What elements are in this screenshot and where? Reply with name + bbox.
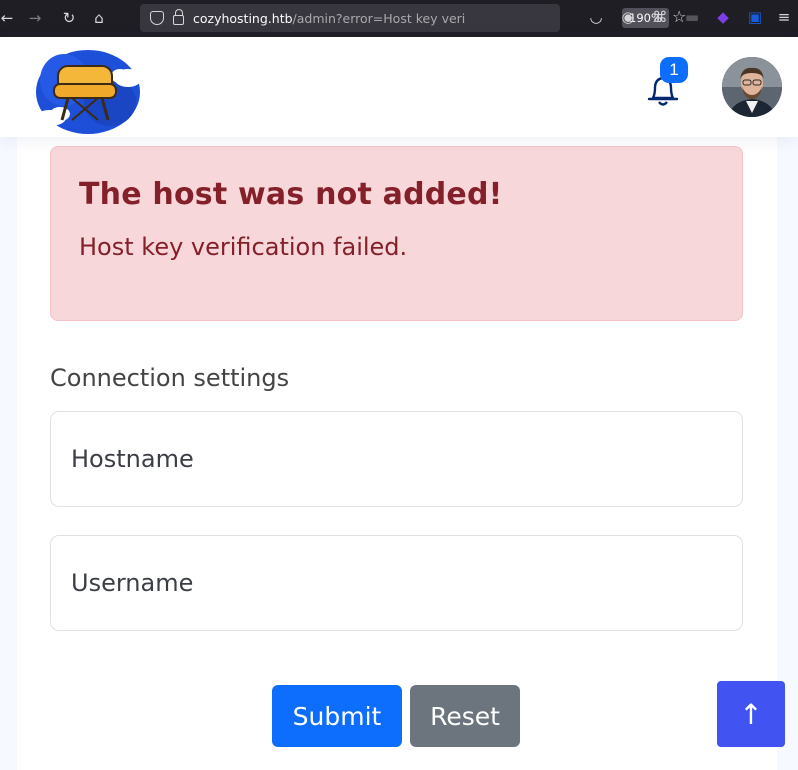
pocket-icon[interactable]: ◡ xyxy=(586,8,606,26)
url-path: /admin?error=Host key verific xyxy=(292,10,465,26)
submit-button[interactable]: Submit xyxy=(272,685,402,747)
account-icon[interactable]: ◉ xyxy=(618,8,638,26)
error-alert: The host was not added! Host key verific… xyxy=(50,146,743,321)
url-host: cozyhosting.htb xyxy=(193,10,293,26)
extensions-icon[interactable]: ⌘ xyxy=(650,8,670,26)
reset-button[interactable]: Reset xyxy=(410,685,520,747)
hostname-input[interactable] xyxy=(50,411,743,507)
site-header: 1 xyxy=(0,37,798,137)
url-text[interactable]: cozyhosting.htb/admin?error=Host key ver… xyxy=(193,11,465,26)
lock-icon[interactable] xyxy=(173,9,184,25)
username-input[interactable] xyxy=(50,535,743,631)
hat-icon[interactable]: ▬ xyxy=(682,8,702,26)
section-label: Connection settings xyxy=(50,364,290,392)
forward-icon[interactable]: → xyxy=(24,7,46,29)
alert-title: The host was not added! xyxy=(79,177,503,212)
back-icon[interactable]: ← xyxy=(0,7,18,29)
menu-icon[interactable]: ≡ xyxy=(774,8,794,26)
shield-icon[interactable] xyxy=(150,11,164,25)
back-to-top-button[interactable]: ↑ xyxy=(717,681,785,747)
extension-badge-icon[interactable]: ◆ xyxy=(713,8,733,26)
logo-icon[interactable] xyxy=(28,40,144,136)
alert-message: Host key verification failed. xyxy=(79,233,408,261)
notification-badge: 1 xyxy=(660,57,688,83)
arrow-up-icon: ↑ xyxy=(739,697,763,731)
avatar[interactable] xyxy=(722,57,782,117)
browser-toolbar: ← → ↻ ⌂ cozyhosting.htb/admin?error=Host… xyxy=(0,0,798,37)
address-bar[interactable]: cozyhosting.htb/admin?error=Host key ver… xyxy=(140,4,686,32)
home-icon[interactable]: ⌂ xyxy=(88,7,110,29)
reload-icon[interactable]: ↻ xyxy=(58,7,80,29)
bitwarden-icon[interactable]: ▣ xyxy=(745,8,765,26)
